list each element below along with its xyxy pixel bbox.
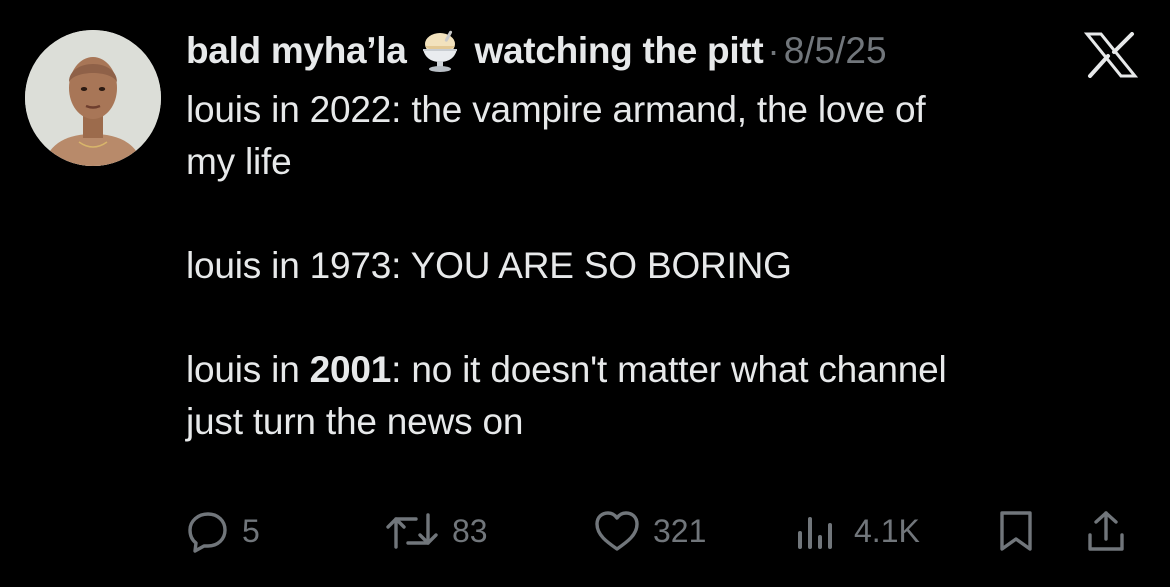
tweet-line-rest: : no it doesn't matter what channel — [391, 349, 947, 390]
tweet-date[interactable]: 8/5/25 — [784, 26, 887, 76]
tweet-line: just turn the news on — [186, 401, 524, 442]
tweet-text: louis in 2022: the vampire armand, the l… — [186, 84, 1156, 448]
tweet-line: louis in 2001: no it doesn't matter what… — [186, 344, 1156, 396]
ice-cream-sundae-icon — [417, 28, 463, 74]
repost-count: 83 — [452, 512, 488, 549]
share-icon — [1084, 509, 1128, 553]
like-count: 321 — [653, 512, 707, 549]
separator-dot: · — [767, 30, 780, 71]
tweet-line-bold-year: 2001 — [309, 349, 392, 390]
bookmark-icon — [996, 509, 1036, 553]
x-logo-icon[interactable] — [1083, 32, 1139, 78]
heart-icon — [593, 509, 641, 553]
share-button[interactable] — [1084, 508, 1128, 554]
display-name[interactable]: bald myha’la — [186, 26, 407, 76]
tweet-line: louis in 2022: the vampire armand, the l… — [186, 89, 926, 130]
like-button[interactable]: 321 — [593, 508, 706, 554]
repost-icon — [384, 509, 440, 553]
views-button[interactable]: 4.1K — [796, 508, 920, 554]
avatar[interactable] — [25, 30, 161, 166]
views-icon — [796, 509, 838, 553]
repost-button[interactable]: 83 — [384, 508, 488, 554]
reply-button[interactable]: 5 — [186, 508, 260, 554]
reply-count: 5 — [242, 512, 260, 549]
display-name-suffix[interactable]: watching the pitt — [475, 26, 764, 76]
reply-icon — [186, 509, 230, 553]
views-count: 4.1K — [854, 512, 920, 549]
tweet-header: bald myha’la watching the pitt · 8/5/25 — [186, 26, 887, 76]
tweet-line-prefix: louis in — [186, 349, 310, 390]
tweet-line: louis in 1973: YOU ARE SO BORING — [186, 245, 792, 286]
tweet-line: my life — [186, 141, 292, 182]
bookmark-button[interactable] — [996, 508, 1036, 554]
